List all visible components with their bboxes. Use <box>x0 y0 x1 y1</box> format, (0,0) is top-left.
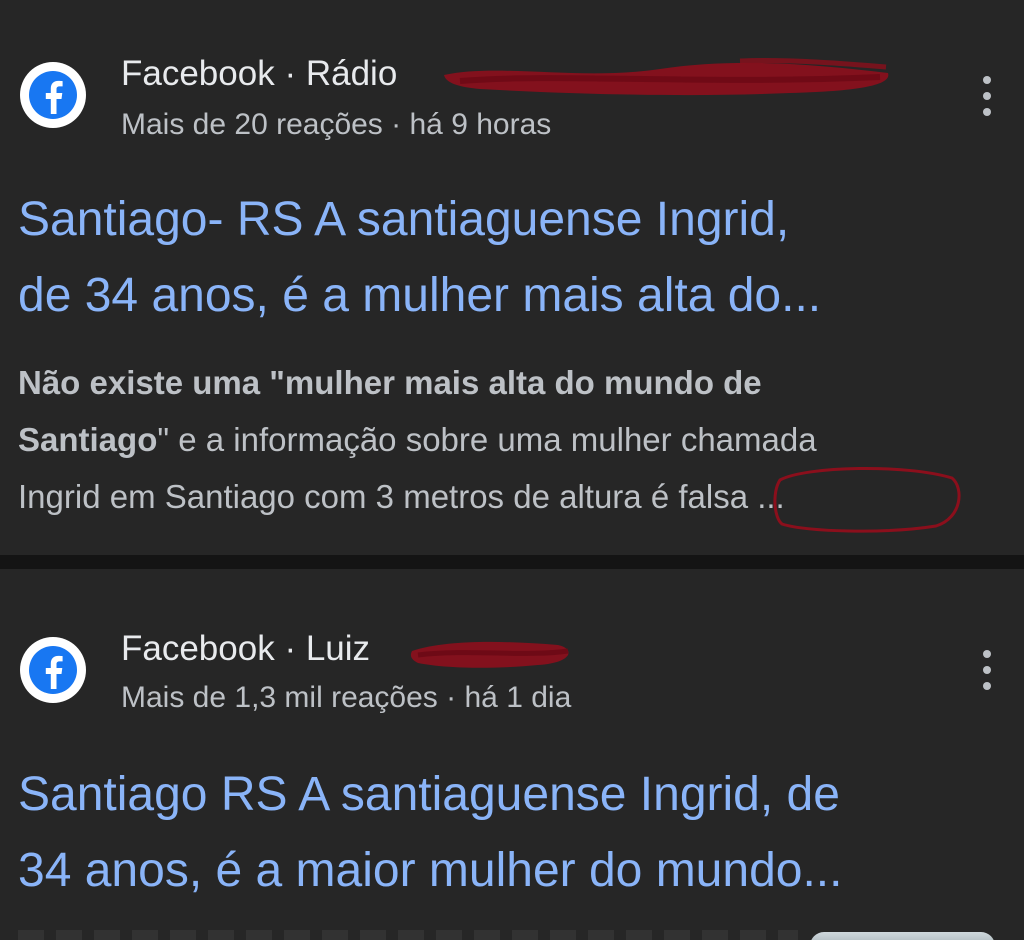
facebook-logo-icon[interactable] <box>20 637 86 703</box>
more-vertical-icon[interactable] <box>975 650 999 690</box>
result-title[interactable]: Santiago- RS A santiaguense Ingrid, de 3… <box>18 182 1008 334</box>
snippet-text-1: " e a informação sobre uma mulher chamad… <box>157 421 817 458</box>
truncated-snippet <box>18 930 798 940</box>
source-site: Facebook <box>121 629 275 668</box>
post-time: há 1 dia <box>464 681 572 714</box>
redaction-scribble <box>444 57 889 96</box>
result-title[interactable]: Santiago RS A santiaguense Ingrid, de 34… <box>18 757 1008 909</box>
result-card-1: Facebook · Rádio Mais de 20 reações · há… <box>0 0 1024 555</box>
result-thumbnail[interactable] <box>810 932 995 940</box>
result-card-2: Facebook · Luiz Mais de 1,3 mil reações … <box>0 569 1024 940</box>
redaction-scribble <box>410 641 569 668</box>
facebook-logo-icon[interactable] <box>20 62 86 128</box>
snippet-bold-2: Santiago <box>18 421 158 458</box>
result-title-line-1: Santiago- RS A santiaguense Ingrid, <box>18 193 790 246</box>
reaction-count: Mais de 20 reações <box>121 108 383 141</box>
snippet-bold-1: Não existe uma "mulher mais alta do mund… <box>18 364 762 401</box>
search-results-page: Facebook · Rádio Mais de 20 reações · há… <box>0 0 1024 940</box>
result-title-line-1: Santiago RS A santiaguense Ingrid, de <box>18 768 840 821</box>
source-author: Luiz <box>305 629 371 668</box>
more-vertical-icon[interactable] <box>975 76 999 116</box>
source-separator: · <box>284 54 297 93</box>
reaction-count: Mais de 1,3 mil reações <box>121 681 438 714</box>
meta-separator: · <box>391 108 402 141</box>
source-author: Rádio <box>305 54 398 93</box>
result-meta: Mais de 20 reações · há 9 horas <box>121 110 551 140</box>
result-source[interactable]: Facebook · Luiz <box>121 631 370 666</box>
result-snippet: Não existe uma "mulher mais alta do mund… <box>18 354 1008 525</box>
source-site: Facebook <box>121 54 275 93</box>
result-meta: Mais de 1,3 mil reações · há 1 dia <box>121 683 571 713</box>
result-source[interactable]: Facebook · Rádio <box>121 56 397 91</box>
result-title-line-2: 34 anos, é a maior mulher do mundo... <box>18 844 843 897</box>
snippet-text-2: Ingrid em Santiago com 3 metros de altur… <box>18 478 642 515</box>
source-separator: · <box>284 629 297 668</box>
results-divider <box>0 555 1024 569</box>
meta-separator: · <box>446 681 457 714</box>
result-title-line-2: de 34 anos, é a mulher mais alta do... <box>18 269 822 322</box>
snippet-highlighted-text: é falsa ... <box>641 478 785 515</box>
post-time: há 9 horas <box>409 108 552 141</box>
